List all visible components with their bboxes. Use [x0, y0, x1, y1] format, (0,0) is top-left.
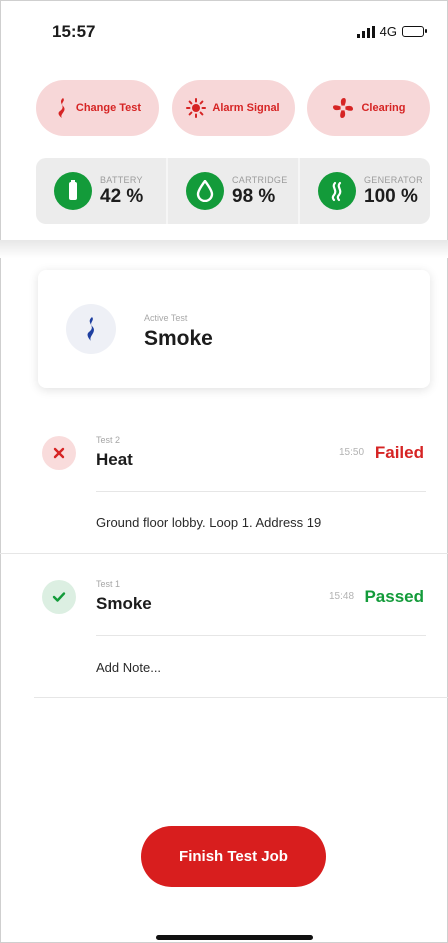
test-number: Test 1	[96, 579, 121, 589]
network-type: 4G	[379, 24, 397, 39]
test-name: Smoke	[96, 594, 152, 613]
generator-icon	[318, 172, 356, 210]
alarm-sun-icon	[186, 98, 207, 118]
add-note-field[interactable]: Add Note...	[96, 660, 161, 675]
test-note[interactable]: Ground floor lobby. Loop 1. Address 19	[96, 515, 321, 530]
status-bar: 15:57 4G	[0, 0, 448, 64]
home-indicator[interactable]	[156, 935, 313, 940]
change-test-button[interactable]: Change Test	[36, 80, 159, 136]
device-stats-panel: BATTERY 42 % CARTRIDGE 98 % GENERATOR 10…	[36, 158, 430, 224]
battery-icon	[54, 172, 92, 210]
cartridge-stat: CARTRIDGE 98 %	[168, 158, 300, 224]
smoke-icon	[66, 304, 116, 354]
divider	[96, 491, 426, 492]
test-name: Heat	[96, 450, 133, 469]
battery-value: 42 %	[100, 185, 144, 207]
battery-label: BATTERY	[100, 174, 143, 185]
test-time: 15:50	[339, 447, 365, 458]
test-result: Passed	[364, 587, 424, 606]
generator-label: GENERATOR	[364, 174, 423, 185]
active-test-name: Smoke	[144, 327, 213, 350]
cartridge-value: 98 %	[232, 185, 276, 207]
test-row-2[interactable]: Test 2 Heat 15:50 Failed Ground floor lo…	[0, 420, 448, 554]
divider	[34, 697, 448, 698]
alarm-signal-label: Alarm Signal	[212, 102, 280, 114]
network-status: 4G	[356, 24, 427, 39]
clearing-button[interactable]: Clearing	[307, 80, 430, 136]
generator-stat: GENERATOR 100 %	[300, 158, 430, 224]
cartridge-label: CARTRIDGE	[232, 174, 288, 185]
alarm-signal-button[interactable]: Alarm Signal	[171, 80, 295, 136]
close-icon	[42, 436, 76, 470]
section-divider	[0, 240, 448, 258]
signal-icon	[356, 25, 375, 38]
smoke-test-icon	[58, 98, 65, 118]
status-battery-icon	[402, 26, 427, 37]
finish-test-job-button[interactable]: Finish Test Job	[141, 826, 326, 887]
test-number: Test 2	[96, 435, 121, 445]
drop-icon	[186, 172, 224, 210]
divider	[0, 553, 448, 554]
clearing-label: Clearing	[361, 102, 406, 114]
test-result: Failed	[374, 443, 424, 462]
change-test-label: Change Test	[75, 102, 142, 114]
active-test-label: Active Test	[144, 313, 188, 323]
divider	[96, 635, 426, 636]
status-time: 15:57	[52, 22, 96, 41]
test-row-1[interactable]: Test 1 Smoke 15:48 Passed Add Note...	[0, 564, 448, 698]
quick-actions: Change Test Alarm Signal Clearing	[36, 80, 430, 136]
test-time: 15:48	[329, 591, 355, 602]
fan-icon	[333, 98, 354, 118]
generator-value: 100 %	[364, 185, 418, 207]
battery-stat: BATTERY 42 %	[36, 158, 168, 224]
check-icon	[42, 580, 76, 614]
active-test-card[interactable]: Active Test Smoke	[38, 270, 430, 388]
